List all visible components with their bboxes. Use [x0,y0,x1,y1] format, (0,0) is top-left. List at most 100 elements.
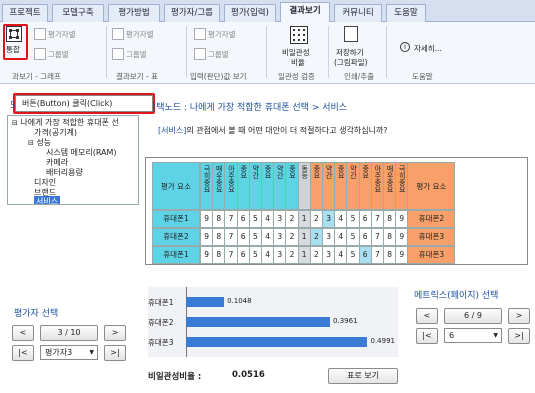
matrix-value-cell[interactable]: 8 [212,210,226,228]
tooltip: 버튼(Button) 클릭(Click) [15,95,153,112]
evaluator-first-button[interactable]: |< [12,345,34,361]
matrix-row-left-label: 휴대폰2 [152,228,200,246]
matrix-scale-label: 동등 [300,165,309,179]
matrix-value-cell[interactable]: 1 [297,210,311,228]
group-chart-button[interactable]: 그룹별 [48,49,69,60]
ribbon-separator [106,26,107,78]
matrix-value-cell[interactable]: 7 [224,246,238,264]
matrix-value-cell[interactable]: 4 [334,210,348,228]
chart-category-label: 휴대폰1 [148,298,174,307]
matrix-value-cell[interactable]: 4 [334,228,348,246]
question-criterion: [서비스] [158,126,187,135]
matrix-scale-header: 중요 [334,162,348,210]
detail-button[interactable]: 자세히... [414,43,442,54]
chevron-down-icon: ▼ [493,332,498,339]
matrix-value-cell[interactable]: 3 [273,210,287,228]
metrics-first-button[interactable]: |< [416,328,438,344]
matrix-value-cell[interactable]: 5 [346,246,360,264]
tab-project[interactable]: 프로젝트 [2,4,48,22]
matrix-value-cell[interactable]: 6 [358,246,372,264]
group-label-consistency: 일관성 검증 [278,72,315,81]
matrix-value-cell[interactable]: 7 [224,210,238,228]
tab-results[interactable]: 결과보기 [280,2,330,23]
evaluator-page-indicator: 3 / 10 [40,325,98,341]
matrix-value-cell[interactable]: 2 [309,246,323,264]
tab-method[interactable]: 평가방법 [108,4,160,22]
matrix-row-right-label: 휴대폰3 [407,246,456,264]
matrix-scale-label: 아주중요 [227,165,236,193]
matrix-value-cell[interactable]: 9 [395,246,409,264]
matrix-scale-label: 중요 [239,165,248,179]
tree-node-service[interactable]: 서비스 [34,196,61,204]
matrix-value-cell[interactable]: 1 [297,228,311,246]
group-table-button[interactable]: 그룹별 [126,49,147,60]
info-icon: i [400,42,410,52]
matrix-value-cell[interactable]: 4 [334,246,348,264]
group-label-print: 인쇄/추출 [344,72,375,81]
tab-help[interactable]: 도움말 [386,4,426,22]
group-label-chart: 과보기 - 그래프 [12,72,61,81]
matrix-value-cell[interactable]: 8 [212,246,226,264]
metrics-dropdown-value: 6 [449,331,455,340]
evaluator-input-button[interactable]: 평가자별 [208,29,236,40]
matrix-value-cell[interactable]: 7 [370,246,384,264]
matrix-value-cell[interactable]: 2 [309,210,323,228]
evaluator-last-button[interactable]: >| [104,345,126,361]
matrix-value-cell[interactable]: 2 [309,228,323,246]
matrix-value-cell[interactable]: 6 [358,210,372,228]
matrix-scale-label: 중요 [312,165,321,179]
inconsistency-icon [290,26,308,44]
matrix-value-cell[interactable]: 9 [395,228,409,246]
tab-evaluation-input[interactable]: 평가(입력) [224,4,276,22]
matrix-right-header: 평가 요소 [407,162,456,210]
metrics-next-button[interactable]: > [508,308,530,324]
matrix-value-cell[interactable]: 3 [273,228,287,246]
matrix-value-cell[interactable]: 8 [212,228,226,246]
ribbon-separator [186,26,187,78]
matrix-value-cell[interactable]: 6 [236,246,250,264]
matrix-scale-label: 약간 [251,165,260,179]
model-tree[interactable]: ⊟ 나에게 가장 적합한 휴대폰 선 가격(공기계) ⊟ 성능 시스템 메모리(… [7,115,139,205]
matrix-value-cell[interactable]: 7 [370,228,384,246]
matrix-value-cell[interactable]: 6 [236,210,250,228]
matrix-value-cell[interactable]: 7 [370,210,384,228]
matrix-value-cell[interactable]: 2 [285,228,299,246]
tab-community[interactable]: 커뮤니티 [334,4,382,22]
matrix-value-cell[interactable]: 5 [346,228,360,246]
matrix-value-cell[interactable]: 9 [395,210,409,228]
matrix-value-cell[interactable]: 6 [358,228,372,246]
evaluator-table-button[interactable]: 평가자별 [126,29,154,40]
evaluator-prev-button[interactable]: < [12,325,34,341]
matrix-scale-header: 약간 [346,162,360,210]
matrix-value-cell[interactable]: 5 [248,210,262,228]
metrics-last-button[interactable]: >| [508,328,530,344]
matrix-value-cell[interactable]: 6 [236,228,250,246]
matrix-value-cell[interactable]: 7 [224,228,238,246]
evaluator-next-button[interactable]: > [104,325,126,341]
matrix-value-cell[interactable]: 1 [297,246,311,264]
matrix-row-right-label: 휴대폰2 [407,210,456,228]
matrix-row-left-label: 휴대폰1 [152,246,200,264]
tab-model[interactable]: 모델구축 [52,4,104,22]
matrix-scale-label: 매우중요 [386,165,395,193]
matrix-value-cell[interactable]: 3 [273,246,287,264]
matrix-value-cell[interactable]: 2 [285,210,299,228]
chart-bar [186,317,331,327]
table-view-button[interactable]: 표로 보기 [328,368,398,384]
matrix-scale-header: 중요 [358,162,372,210]
evaluator-chart-button[interactable]: 평가자별 [48,29,76,40]
metrics-dropdown[interactable]: 6 ▼ [444,328,502,343]
matrix-scale-header: 약간 [273,162,287,210]
matrix-value-cell[interactable]: 5 [248,246,262,264]
group-input-button[interactable]: 그룹별 [208,49,229,60]
tab-evaluator-group[interactable]: 평가자/그룹 [164,4,220,22]
metrics-prev-button[interactable]: < [416,308,438,324]
evaluator-dropdown[interactable]: 평가자3 ▼ [40,345,98,360]
matrix-scale-label: 극히중요 [203,165,212,193]
matrix-value-cell[interactable]: 2 [285,246,299,264]
matrix-value-cell[interactable]: 5 [346,210,360,228]
matrix-scale-label: 약간 [325,165,334,179]
matrix-value-cell[interactable]: 5 [248,228,262,246]
chart-category-label: 휴대폰2 [148,318,174,327]
matrix-scale-label: 극히중요 [398,165,407,193]
